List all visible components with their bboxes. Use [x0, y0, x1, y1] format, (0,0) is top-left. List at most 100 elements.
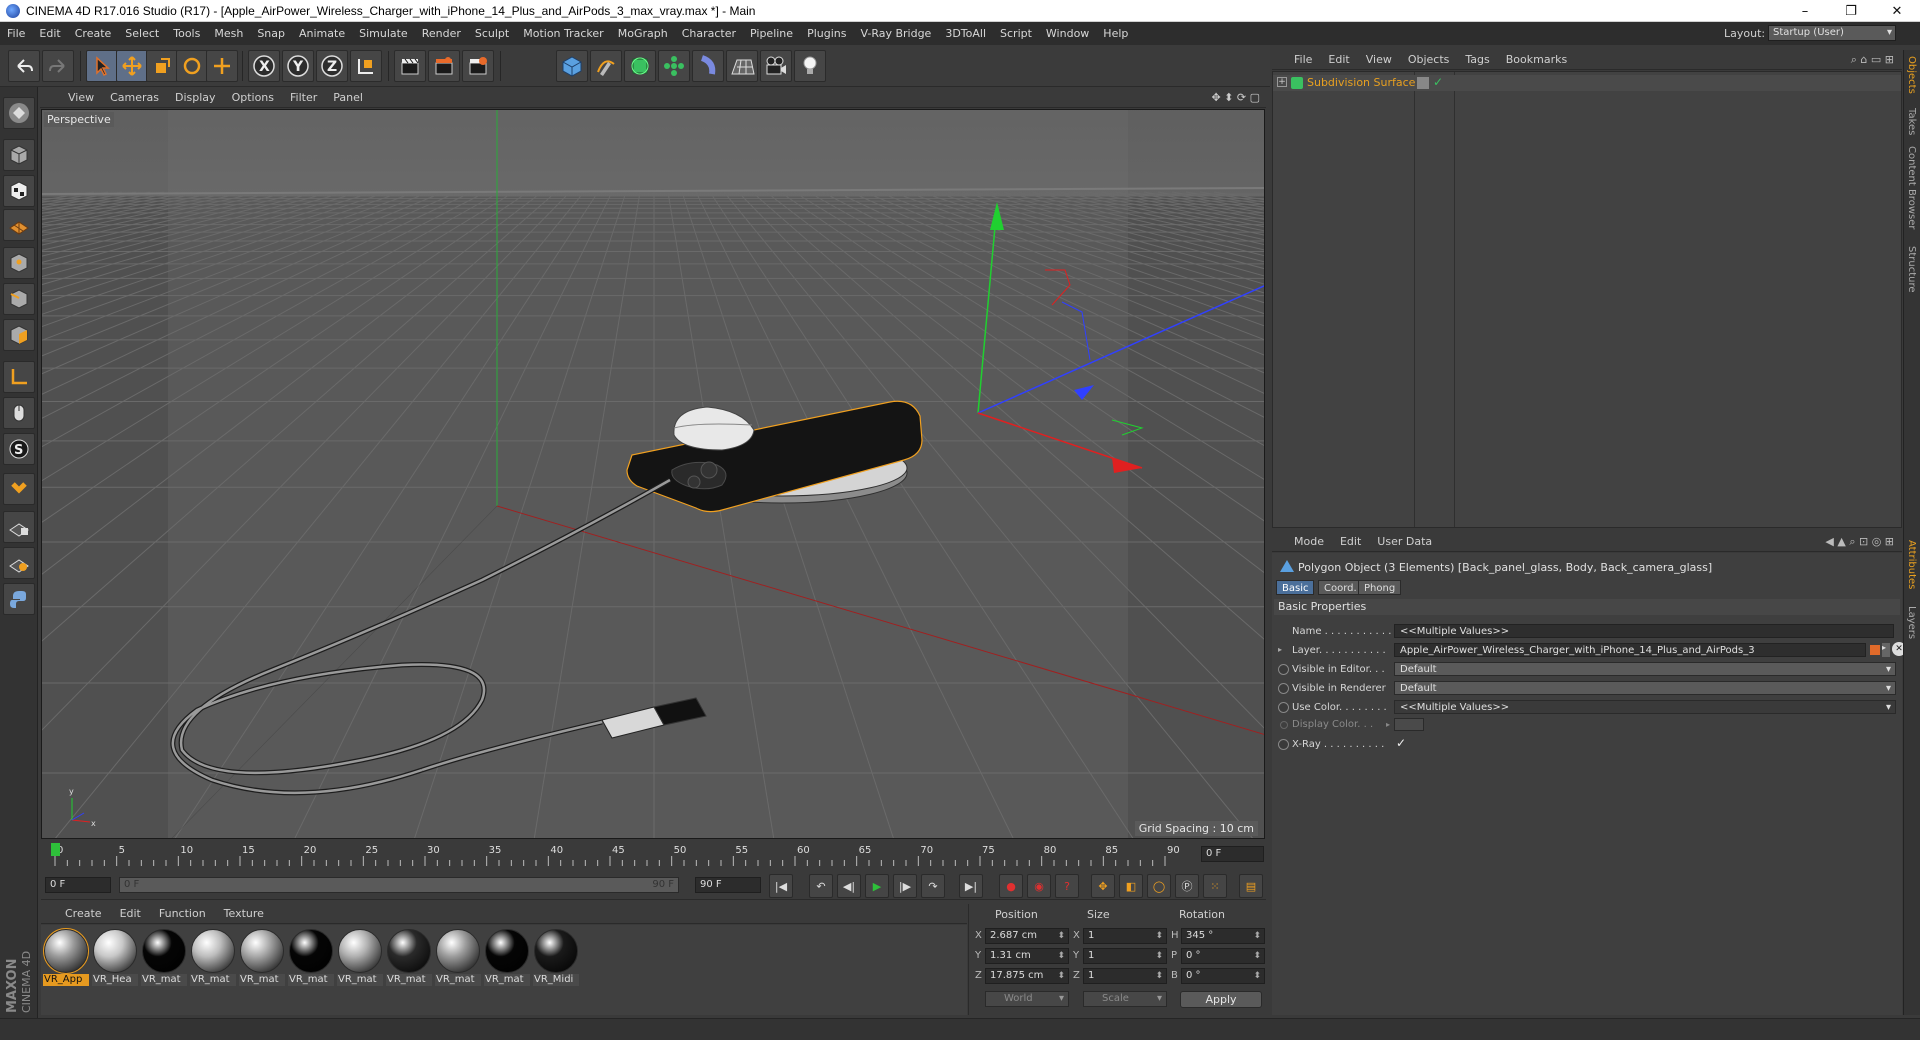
play-button[interactable]: ▶ — [865, 874, 889, 898]
object-manager-tool-icons[interactable]: ⌕ ⌂ ▭ ⊞ — [1851, 53, 1894, 67]
add-floor-button[interactable] — [726, 50, 758, 82]
attribute-nav-icons[interactable]: ◀ ▲ ⌕ ⊡ ◎ ⊞ — [1825, 535, 1894, 549]
rotation-b-field[interactable]: 0 ° — [1181, 968, 1265, 984]
make-editable-button[interactable] — [3, 97, 35, 129]
playhead-marker[interactable] — [51, 843, 60, 856]
menu-render[interactable]: Render — [415, 27, 468, 40]
material-swatch[interactable]: VR_mat — [484, 928, 530, 988]
autokeying-button[interactable]: ◉ — [1027, 874, 1051, 898]
add-deformer-button[interactable] — [692, 50, 724, 82]
go-to-start-button[interactable]: |◀ — [769, 874, 793, 898]
python-button[interactable] — [3, 583, 35, 615]
position-y-field[interactable]: 1.31 cm — [985, 948, 1069, 964]
side-tab-structure[interactable]: Structure — [1906, 246, 1917, 293]
attribute-menu-mode[interactable]: Mode — [1272, 535, 1332, 548]
rotation-p-field[interactable]: 0 ° — [1181, 948, 1265, 964]
menu-mograph[interactable]: MoGraph — [611, 27, 675, 40]
menu-window[interactable]: Window — [1039, 27, 1096, 40]
size-mode-dropdown[interactable]: Scale — [1083, 991, 1167, 1007]
previous-key-button[interactable]: ↶ — [809, 874, 833, 898]
layer-expand-icon[interactable]: ▸ — [1278, 645, 1282, 654]
layer-arrow-icon[interactable]: ▸ — [1882, 643, 1890, 657]
planar-workplane-button[interactable] — [3, 547, 35, 579]
material-swatch[interactable]: VR_mat — [386, 928, 432, 988]
tab-basic[interactable]: Basic — [1276, 580, 1315, 595]
menu-simulate[interactable]: Simulate — [352, 27, 415, 40]
name-field[interactable]: <<Multiple Values>> — [1394, 624, 1894, 638]
viewport-menu-panel[interactable]: Panel — [325, 91, 371, 104]
maximize-button[interactable]: ❐ — [1828, 0, 1874, 22]
position-z-field[interactable]: 17.875 cm — [985, 968, 1069, 984]
position-x-field[interactable]: 2.687 cm — [985, 928, 1069, 944]
enabled-check-icon[interactable]: ✓ — [1433, 75, 1443, 89]
material-menu-edit[interactable]: Edit — [111, 907, 150, 920]
layer-field[interactable]: Apple_AirPower_Wireless_Charger_with_iPh… — [1394, 643, 1866, 657]
next-frame-button[interactable]: |▶ — [893, 874, 917, 898]
current-frame-field[interactable]: 0 F — [1201, 846, 1264, 862]
material-swatch[interactable]: VR_mat — [435, 928, 481, 988]
material-menu-create[interactable]: Create — [41, 907, 111, 920]
viewport-menu-cameras[interactable]: Cameras — [102, 91, 167, 104]
menu-motion-tracker[interactable]: Motion Tracker — [516, 27, 610, 40]
visibility-toggle-icon[interactable] — [1417, 77, 1429, 89]
menu-edit[interactable]: Edit — [32, 27, 67, 40]
menu-tools[interactable]: Tools — [166, 27, 207, 40]
menu-plugins[interactable]: Plugins — [800, 27, 853, 40]
tab-coord[interactable]: Coord. — [1318, 580, 1363, 595]
transform-tool-button[interactable] — [206, 50, 238, 82]
rotation-h-field[interactable]: 345 ° — [1181, 928, 1265, 944]
key-scale-button[interactable]: ◧ — [1119, 874, 1143, 898]
material-swatch[interactable]: VR_mat — [239, 928, 285, 988]
preview-range-slider[interactable]: 0 F 90 F — [119, 877, 679, 893]
live-selection-button[interactable] — [86, 50, 118, 82]
viewport-nav-icons[interactable]: ✥ ⬍ ⟳ ▢ — [1211, 91, 1260, 104]
tweak-mode-button[interactable] — [3, 397, 35, 429]
material-swatch[interactable]: VR_mat — [337, 928, 383, 988]
magnet-button[interactable] — [3, 473, 35, 505]
add-spline-button[interactable] — [590, 50, 622, 82]
viewport-menu-options[interactable]: Options — [224, 91, 282, 104]
add-light-button[interactable] — [794, 50, 826, 82]
add-nurbs-button[interactable] — [624, 50, 656, 82]
edges-mode-button[interactable] — [3, 283, 35, 315]
menu-script[interactable]: Script — [993, 27, 1039, 40]
minimize-button[interactable]: – — [1782, 0, 1828, 22]
go-to-end-button[interactable]: ▶| — [959, 874, 983, 898]
render-view-button[interactable] — [394, 50, 426, 82]
key-parameter-button[interactable]: Ⓟ — [1175, 874, 1199, 898]
visible-editor-radio[interactable] — [1278, 664, 1289, 675]
add-cube-button[interactable] — [556, 50, 588, 82]
material-swatch[interactable]: VR_mat — [288, 928, 334, 988]
menu-mesh[interactable]: Mesh — [207, 27, 250, 40]
previous-frame-button[interactable]: ◀| — [837, 874, 861, 898]
material-swatch[interactable]: VR_App — [43, 928, 89, 988]
y-axis-lock-button[interactable]: Y — [282, 50, 314, 82]
menu-animate[interactable]: Animate — [292, 27, 352, 40]
timeline-ruler[interactable]: 0 5 10 15 20 25 30 35 40 45 50 55 60 65 70 75 80 85 90 0 F — [41, 840, 1266, 870]
tab-phong[interactable]: Phong — [1358, 580, 1402, 595]
material-swatch[interactable]: VR_Hea — [92, 928, 138, 988]
material-menu-function[interactable]: Function — [150, 907, 215, 920]
start-frame-field[interactable]: 0 F — [45, 877, 111, 893]
menu-pipeline[interactable]: Pipeline — [743, 27, 800, 40]
menu-3dtoall[interactable]: 3DToAll — [938, 27, 993, 40]
expand-toggle-icon[interactable]: + — [1277, 77, 1287, 87]
size-x-field[interactable]: 1 — [1083, 928, 1167, 944]
snap-button[interactable]: S — [3, 433, 35, 465]
size-y-field[interactable]: 1 — [1083, 948, 1167, 964]
menu-file[interactable]: File — [0, 27, 32, 40]
object-name-label[interactable]: Subdivision Surface — [1307, 76, 1415, 89]
key-position-button[interactable]: ✥ — [1091, 874, 1115, 898]
attribute-menu-user-data[interactable]: User Data — [1369, 535, 1440, 548]
timeline-window-button[interactable]: ▤ — [1239, 874, 1263, 898]
menu-create[interactable]: Create — [68, 27, 119, 40]
material-swatch[interactable]: VR_Midi — [533, 928, 579, 988]
z-axis-lock-button[interactable]: Z — [316, 50, 348, 82]
attribute-menu-edit[interactable]: Edit — [1332, 535, 1369, 548]
use-color-dropdown[interactable]: <<Multiple Values>> — [1394, 700, 1896, 714]
end-frame-field[interactable]: 90 F — [695, 877, 761, 893]
object-row-subdivision-surface[interactable]: + Subdivision Surface ✓ — [1273, 75, 1901, 91]
object-menu-edit[interactable]: Edit — [1320, 53, 1357, 66]
keyframe-selection-button[interactable]: ? — [1055, 874, 1079, 898]
texture-mode-button[interactable] — [3, 175, 35, 207]
